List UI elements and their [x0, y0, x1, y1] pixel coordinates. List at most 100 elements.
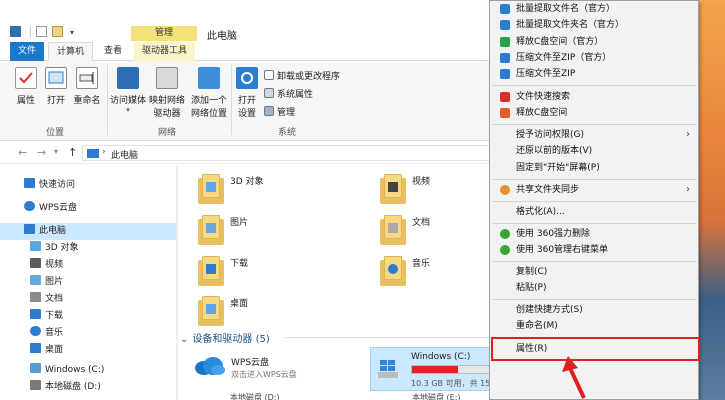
nav-item-label: 图片 [45, 277, 64, 287]
menu-item-quick-search[interactable]: 文件快速搜索 [490, 89, 698, 105]
navigation-pane: 快速访问 WPS云盘 此电脑 3D 对象 视频 图片 文档 下载 音乐 桌面 W [0, 165, 176, 400]
wps-cloud-subtitle: 双击进入WPS云盘 [231, 370, 297, 379]
wps-cloud-item[interactable]: WPS云盘 双击进入WPS云盘 [193, 350, 353, 384]
zip-icon [500, 53, 510, 63]
folder-icon [198, 174, 224, 206]
tab-file[interactable]: 文件 [10, 42, 44, 61]
nav-item-drive-c[interactable]: Windows (C:) [0, 362, 176, 379]
nav-item-label: 桌面 [45, 345, 64, 355]
new-folder-quick-icon[interactable] [52, 26, 63, 37]
quick-access-separator [30, 26, 31, 38]
menu-item-label: 释放C盘空间（官方） [516, 37, 604, 47]
folder-icon [380, 215, 406, 247]
menu-item-paste[interactable]: 粘贴(P) [490, 280, 698, 296]
checkmark-icon [15, 67, 37, 89]
folder-icon [380, 174, 406, 206]
chevron-down-icon: ▾ [126, 106, 130, 114]
folder-label: 下载 [230, 259, 249, 269]
rename-button[interactable]: 重命名 [72, 67, 102, 106]
forward-arrow-icon[interactable]: → [37, 146, 46, 159]
map-network-drive-button[interactable]: 映射网络 驱动器 [148, 67, 186, 119]
tab-computer[interactable]: 计算机 [48, 42, 94, 61]
menu-item-batch-extract-filenames[interactable]: 批量提取文件名（官方） [490, 1, 698, 17]
nav-item-3d-objects[interactable]: 3D 对象 [0, 240, 176, 257]
map-drive-label-2: 驱动器 [153, 109, 181, 119]
nav-item-desktop[interactable]: 桌面 [0, 342, 176, 359]
nav-item-videos[interactable]: 视频 [0, 257, 176, 274]
menu-item-free-c-space-official[interactable]: 释放C盘空间（官方） [490, 34, 698, 50]
menu-item-compress-zip[interactable]: 压缩文件至ZIP [490, 66, 698, 82]
folder-downloads[interactable]: 下载 [180, 252, 360, 292]
navigation-scrollbar[interactable] [176, 165, 178, 400]
up-arrow-icon[interactable]: ↑ [68, 146, 77, 159]
nav-item-label: 此电脑 [39, 226, 67, 236]
menu-item-share-folder-sync[interactable]: 共享文件夹同步 › [490, 182, 698, 198]
context-menu: 批量提取文件名（官方） 批量提取文件夹名（官方） 释放C盘空间（官方） 压缩文件… [489, 0, 700, 400]
chevron-down-icon[interactable]: ▾ [54, 147, 58, 156]
nav-item-quick-access[interactable]: 快速访问 [0, 177, 176, 194]
devices-section-heading[interactable]: ⌄ 设备和驱动器 (5) [180, 330, 270, 345]
menu-item-restore-versions[interactable]: 还原以前的版本(V) [490, 143, 698, 159]
menu-item-free-c-space[interactable]: 释放C盘空间 [490, 105, 698, 121]
chevron-right-icon: › [686, 184, 690, 195]
menu-item-rename[interactable]: 重命名(M) [490, 318, 698, 334]
uninstall-program-button[interactable]: 卸载或更改程序 [264, 69, 340, 82]
star-icon [24, 178, 35, 188]
ribbon-group-system: 系统 [278, 128, 297, 138]
chevron-down-icon[interactable]: ▾ [70, 28, 74, 37]
properties-button[interactable]: 属性 [14, 67, 38, 106]
menu-item-360-manage-menu[interactable]: 使用 360管理右键菜单 [490, 242, 698, 258]
folder-pictures[interactable]: 图片 [180, 211, 360, 251]
menu-item-format[interactable]: 格式化(A)... [490, 204, 698, 220]
add-network-location-button[interactable]: 添加一个 网络位置 [188, 67, 230, 119]
wps-cloud-name: WPS云盘 [231, 358, 270, 368]
menu-item-label: 重命名(M) [516, 321, 558, 331]
nav-item-label: 3D 对象 [45, 243, 79, 253]
back-arrow-icon[interactable]: ← [18, 146, 27, 159]
tab-drive-tools[interactable]: 驱动器工具 [134, 42, 196, 61]
download-icon [30, 309, 41, 319]
nav-item-pictures[interactable]: 图片 [0, 274, 176, 291]
open-settings-button[interactable]: 打开 设置 [234, 67, 260, 119]
network-location-icon [198, 67, 220, 89]
folder-3d-objects[interactable]: 3D 对象 [180, 170, 360, 210]
drive-c-usage-fill [412, 366, 458, 373]
menu-item-pin-to-start[interactable]: 固定到"开始"屏幕(P) [490, 160, 698, 176]
menu-item-360-force-delete[interactable]: 使用 360强力删除 [490, 226, 698, 242]
menu-item-copy[interactable]: 复制(C) [490, 264, 698, 280]
menu-item-batch-extract-foldernames[interactable]: 批量提取文件夹名（官方） [490, 17, 698, 33]
nav-item-music[interactable]: 音乐 [0, 325, 176, 342]
drive-e-item[interactable]: 本地磁盘 (E:) [412, 392, 461, 400]
menu-item-compress-zip-official[interactable]: 压缩文件至ZIP（官方） [490, 50, 698, 66]
nav-item-downloads[interactable]: 下载 [0, 308, 176, 325]
window-title: 此电脑 [207, 31, 237, 42]
manage-label: 管理 [277, 108, 296, 118]
menu-item-create-shortcut[interactable]: 创建快捷方式(S) [490, 302, 698, 318]
video-icon [30, 258, 41, 268]
nav-item-documents[interactable]: 文档 [0, 291, 176, 308]
manage-button[interactable]: 管理 [264, 105, 295, 118]
nav-item-this-pc[interactable]: 此电脑 [0, 223, 176, 240]
open-button[interactable]: 打开 [44, 67, 68, 106]
menu-item-grant-access[interactable]: 授予访问权限(G) › [490, 127, 698, 143]
nav-item-drive-d[interactable]: 本地磁盘 (D:) [0, 379, 176, 396]
uninstall-icon [264, 70, 274, 80]
drive-d-item[interactable]: 本地磁盘 (D:) [230, 392, 280, 400]
manage-context-tab[interactable]: 管理 [131, 26, 197, 41]
ribbon-separator [231, 65, 232, 135]
system-properties-icon [264, 88, 274, 98]
access-media-button[interactable]: 访问媒体 ▾ [110, 67, 146, 114]
tab-view[interactable]: 查看 [96, 42, 130, 61]
add-location-label-2: 网络位置 [190, 109, 227, 119]
music-icon [30, 326, 41, 336]
folder-desktop[interactable]: 桌面 [180, 292, 360, 332]
rename-label: 重命名 [73, 96, 101, 106]
breadcrumb: 此电脑 [111, 151, 139, 161]
nav-item-wps-cloud[interactable]: WPS云盘 [0, 200, 176, 217]
system-properties-button[interactable]: 系统属性 [264, 87, 313, 100]
nav-item-label: Windows (C:) [45, 365, 105, 375]
desktop-icon [30, 343, 41, 353]
properties-quick-icon[interactable] [36, 26, 47, 37]
batch-folder-icon [500, 20, 510, 30]
nav-item-label: 文档 [45, 294, 64, 304]
